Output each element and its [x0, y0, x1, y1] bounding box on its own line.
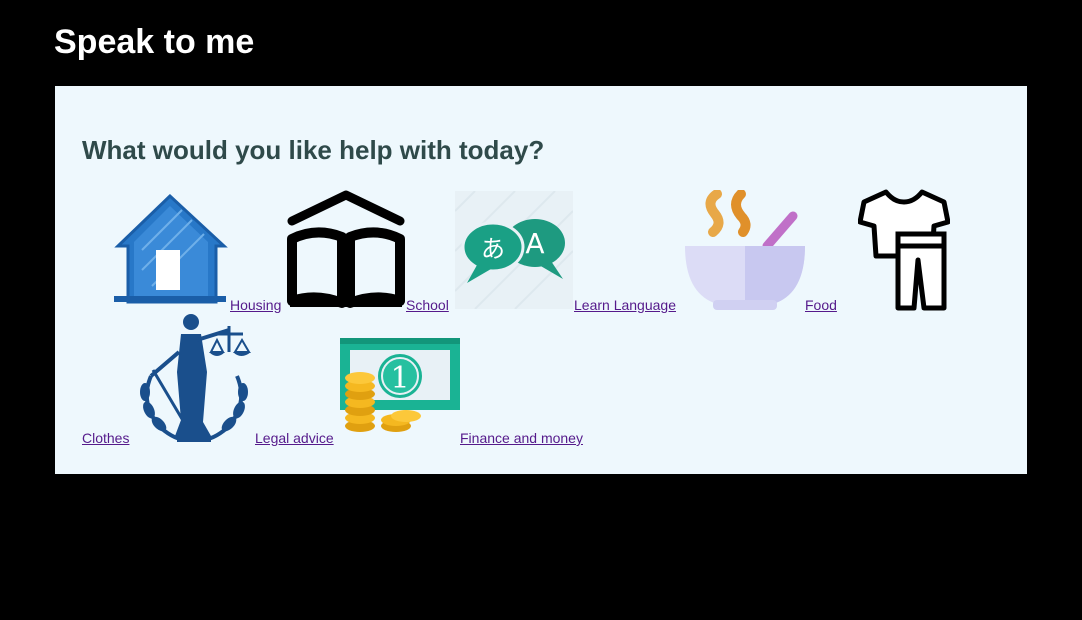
- translate-icon[interactable]: A あ: [455, 191, 573, 309]
- money-icon[interactable]: 1: [340, 338, 460, 434]
- svg-text:あ: あ: [481, 235, 505, 263]
- house-icon[interactable]: [112, 190, 229, 306]
- lady-justice-icon[interactable]: [131, 312, 257, 444]
- school-link[interactable]: School: [406, 297, 449, 313]
- help-topics-panel: What would you like help with today? Hou…: [55, 86, 1027, 474]
- learn-language-link[interactable]: Learn Language: [574, 297, 676, 313]
- svg-text:1: 1: [390, 361, 409, 396]
- page-title: Speak to me: [54, 23, 255, 61]
- clothes-icon[interactable]: [858, 188, 950, 312]
- clothes-link[interactable]: Clothes: [82, 430, 129, 446]
- food-link[interactable]: Food: [805, 297, 837, 313]
- legal-advice-link[interactable]: Legal advice: [255, 430, 334, 446]
- help-heading: What would you like help with today?: [82, 135, 545, 165]
- soup-bowl-icon[interactable]: [683, 190, 807, 312]
- housing-link[interactable]: Housing: [230, 297, 281, 313]
- open-book-icon[interactable]: [286, 189, 406, 309]
- finance-and-money-link[interactable]: Finance and money: [460, 430, 583, 446]
- svg-text:A: A: [525, 227, 544, 260]
